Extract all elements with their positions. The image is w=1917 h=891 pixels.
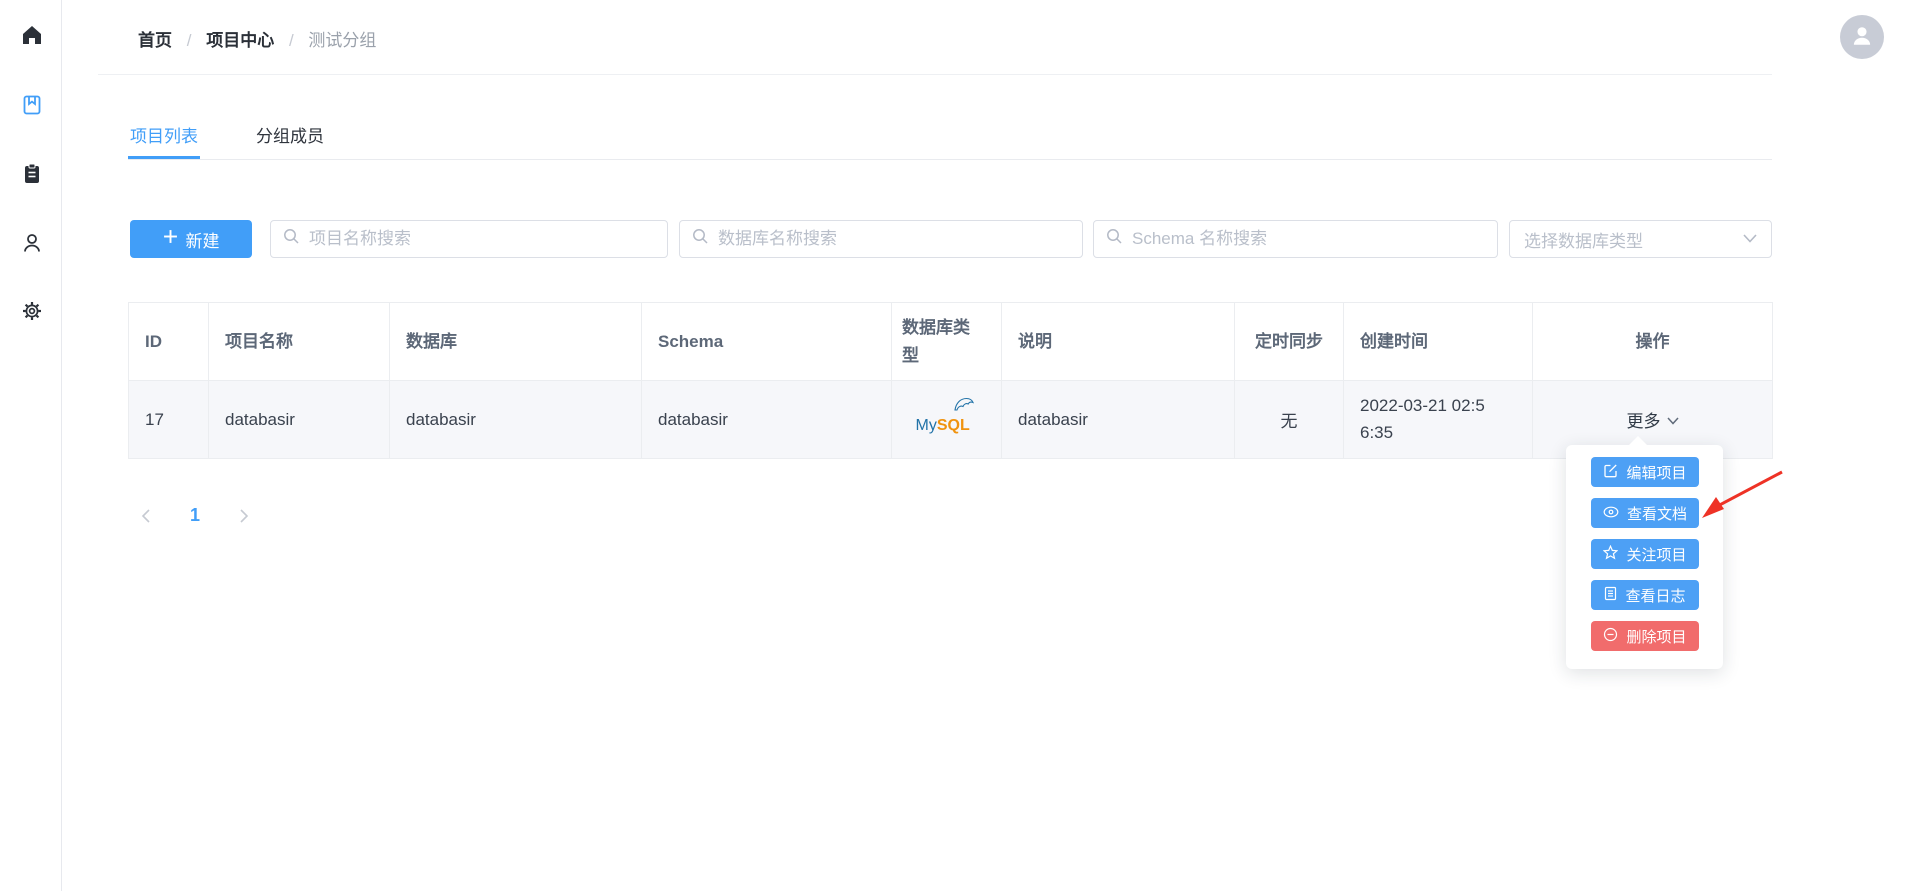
- search-icon: [283, 228, 300, 250]
- book-icon: [21, 94, 43, 121]
- sidebar-item-projects[interactable]: [20, 95, 44, 119]
- db-type-select[interactable]: 选择数据库类型: [1509, 220, 1772, 258]
- column-header-schema: Schema: [642, 303, 892, 381]
- user-icon: [21, 232, 43, 259]
- database-name-search-input[interactable]: [718, 229, 1070, 249]
- cell-project-name: databasir: [209, 381, 390, 459]
- log-icon: [1604, 586, 1617, 605]
- prev-page-button[interactable]: [140, 509, 152, 523]
- minus-circle-icon: [1603, 627, 1618, 646]
- pagination: 1: [140, 505, 250, 526]
- sidebar-item-tasks[interactable]: [20, 164, 44, 188]
- database-name-search-box: [679, 220, 1083, 258]
- sidebar: [0, 0, 62, 891]
- plus-icon: [163, 229, 178, 249]
- table-row[interactable]: 17 databasir databasir databasir MySQL: [129, 381, 1773, 459]
- breadcrumb: 首页 / 项目中心 / 测试分组: [138, 26, 376, 51]
- mysql-dolphin-icon: [952, 395, 976, 417]
- delete-project-button[interactable]: 删除项目: [1591, 621, 1699, 651]
- tab-project-list[interactable]: 项目列表: [128, 112, 200, 159]
- cell-description: databasir: [1002, 381, 1235, 459]
- schema-name-search-box: [1093, 220, 1498, 258]
- breadcrumb-project-center[interactable]: 项目中心: [206, 31, 274, 50]
- mysql-logo: MySQL: [916, 397, 978, 437]
- create-project-label: 新建: [186, 227, 220, 252]
- sidebar-item-settings[interactable]: [20, 301, 44, 325]
- eye-icon: [1603, 505, 1619, 522]
- cell-database: databasir: [390, 381, 642, 459]
- search-icon: [1106, 228, 1123, 250]
- tab-group-members[interactable]: 分组成员: [254, 112, 326, 159]
- column-header-actions: 操作: [1533, 303, 1773, 381]
- user-avatar[interactable]: [1840, 15, 1884, 59]
- cell-created-time: 2022-03-21 02:5 6:35: [1344, 381, 1533, 459]
- mysql-text-my: My: [916, 417, 937, 434]
- create-project-button[interactable]: 新建: [130, 220, 252, 258]
- breadcrumb-current-group: 测试分组: [308, 31, 376, 50]
- column-header-project-name: 项目名称: [209, 303, 390, 381]
- mysql-text-sql: SQL: [937, 417, 970, 434]
- cell-id: 17: [129, 381, 209, 459]
- next-page-button[interactable]: [238, 509, 250, 523]
- gear-icon: [21, 300, 43, 327]
- view-logs-button[interactable]: 查看日志: [1591, 580, 1699, 610]
- actions-dropdown-menu: 编辑项目 查看文档 关注项目: [1566, 445, 1723, 669]
- dropdown-caret: [1628, 436, 1648, 446]
- column-header-database: 数据库: [390, 303, 642, 381]
- home-icon: [21, 24, 43, 51]
- view-docs-button[interactable]: 查看文档: [1591, 498, 1699, 528]
- column-header-description: 说明: [1002, 303, 1235, 381]
- star-icon: [1603, 545, 1618, 564]
- chevron-down-icon: [1743, 230, 1757, 248]
- schema-name-search-input[interactable]: [1132, 229, 1485, 249]
- clipboard-icon: [21, 163, 43, 190]
- sidebar-item-users[interactable]: [20, 233, 44, 257]
- follow-project-button[interactable]: 关注项目: [1591, 539, 1699, 569]
- breadcrumb-home[interactable]: 首页: [138, 31, 172, 50]
- breadcrumb-separator: /: [187, 31, 192, 50]
- sidebar-item-home[interactable]: [20, 25, 44, 49]
- projects-table: ID 项目名称 数据库 Schema 数据库类型 说明 定时同步 创建时间 操作…: [128, 302, 1773, 459]
- cell-schema: databasir: [642, 381, 892, 459]
- column-header-sync: 定时同步: [1235, 303, 1344, 381]
- cell-sync: 无: [1235, 381, 1344, 459]
- column-header-created-time: 创建时间: [1344, 303, 1533, 381]
- topbar-divider: [98, 74, 1772, 75]
- project-name-search-box: [270, 220, 668, 258]
- tab-bar: 项目列表 分组成员: [128, 112, 1772, 160]
- search-icon: [692, 228, 709, 250]
- chevron-down-icon: [1667, 410, 1679, 430]
- avatar-person-icon: [1849, 22, 1875, 53]
- more-actions-button[interactable]: 更多: [1627, 407, 1679, 432]
- db-type-select-placeholder: 选择数据库类型: [1524, 227, 1643, 252]
- edit-project-button[interactable]: 编辑项目: [1591, 457, 1699, 487]
- edit-icon: [1603, 463, 1618, 482]
- app-page: 首页 / 项目中心 / 测试分组 项目列表 分组成员 新建: [0, 0, 1917, 891]
- column-header-db-type: 数据库类型: [892, 303, 1002, 381]
- table-header-row: ID 项目名称 数据库 Schema 数据库类型 说明 定时同步 创建时间 操作: [129, 303, 1773, 381]
- column-header-id: ID: [129, 303, 209, 381]
- breadcrumb-separator: /: [289, 31, 294, 50]
- project-name-search-input[interactable]: [309, 229, 655, 249]
- cell-db-type: MySQL: [892, 381, 1002, 459]
- page-number[interactable]: 1: [190, 505, 200, 526]
